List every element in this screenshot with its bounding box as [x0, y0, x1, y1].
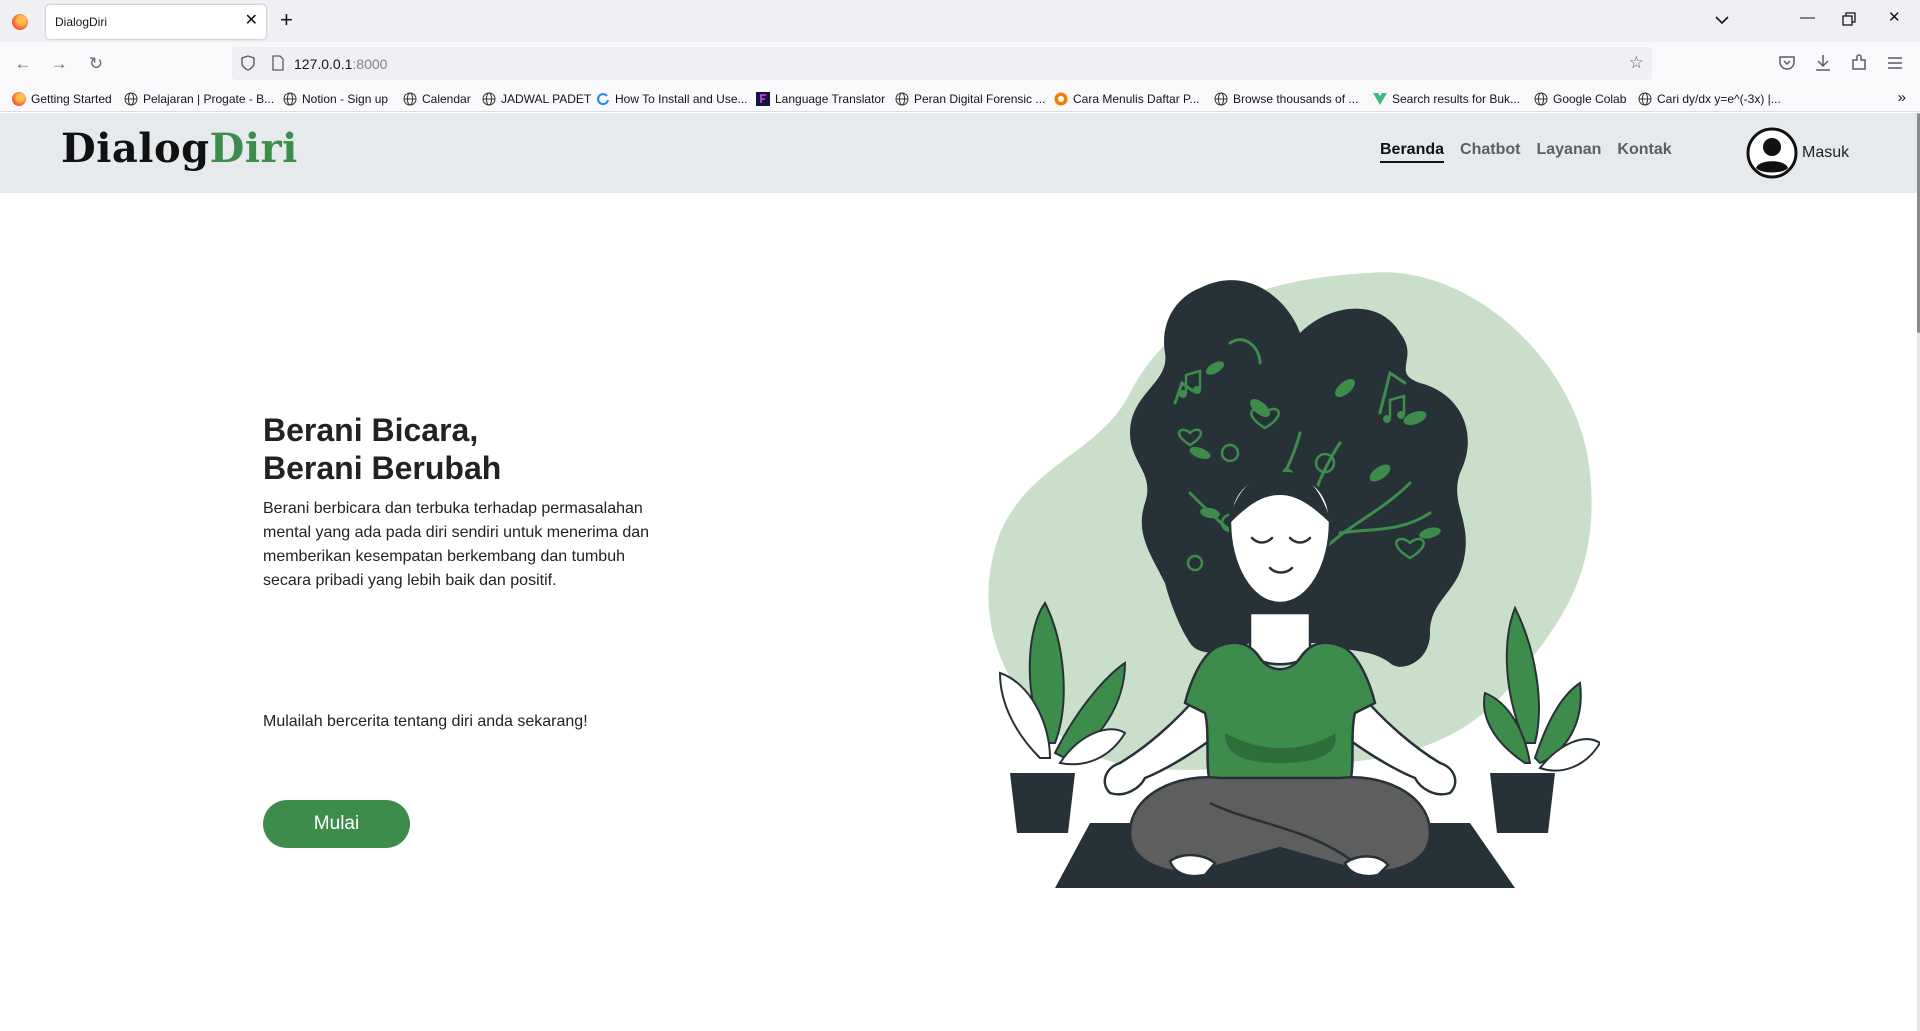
- bookmark-label: JADWAL PADET: [501, 92, 592, 106]
- menu-icon[interactable]: [1884, 52, 1906, 74]
- bookmark-star-icon[interactable]: ☆: [1629, 53, 1644, 73]
- bookmark-item[interactable]: Calendar: [403, 90, 471, 108]
- site-logo[interactable]: DialogDiri: [61, 125, 298, 172]
- bookmark-label: How To Install and Use...: [615, 92, 748, 106]
- bookmark-label: Peran Digital Forensic ...: [914, 92, 1046, 106]
- bookmark-label: Browse thousands of ...: [1233, 92, 1359, 106]
- more-bookmarks-icon[interactable]: »: [1898, 89, 1906, 106]
- hero-title-line2: Berani Berubah: [263, 450, 502, 486]
- globe-icon: [1214, 92, 1228, 106]
- hero-description: Berani berbicara dan terbuka terhadap pe…: [263, 500, 650, 589]
- bookmark-item[interactable]: Cara Menulis Daftar P...: [1054, 90, 1200, 108]
- nav-layanan[interactable]: Layanan: [1536, 141, 1601, 163]
- translator-icon: [756, 92, 770, 106]
- globe-icon: [895, 92, 909, 106]
- close-tab-icon[interactable]: ✕: [245, 11, 258, 31]
- bookmark-item[interactable]: Getting Started: [12, 90, 112, 108]
- logo-text-accent: Diri: [209, 125, 298, 172]
- start-button[interactable]: Mulai: [263, 800, 410, 848]
- url-text[interactable]: 127.0.0.1:8000: [294, 56, 387, 72]
- url-port: :8000: [352, 56, 388, 72]
- bookmark-label: Calendar: [422, 92, 471, 106]
- nav-beranda[interactable]: Beranda: [1380, 141, 1445, 163]
- bookmark-label: Notion - Sign up: [302, 92, 389, 106]
- meditation-illustration: [988, 272, 1600, 888]
- minimize-icon[interactable]: —: [1800, 8, 1815, 28]
- hero-title-line1: Berani Bicara,: [263, 412, 479, 448]
- browser-tab-bar: DialogDiri ✕ + — ✕: [0, 0, 1920, 42]
- globe-icon: [124, 92, 138, 106]
- firefox-icon: [12, 14, 28, 30]
- bookmark-label: Language Translator: [775, 92, 886, 106]
- bookmarks-toolbar: Getting Started Pelajaran | Progate - B.…: [0, 86, 1920, 112]
- list-tabs-icon[interactable]: [1712, 10, 1732, 30]
- blog-icon: [1054, 92, 1068, 106]
- bookmark-item[interactable]: Language Translator: [756, 90, 885, 108]
- nav-kontak[interactable]: Kontak: [1617, 141, 1671, 163]
- globe-icon: [1638, 92, 1652, 106]
- url-host: 127.0.0.1: [294, 56, 353, 72]
- user-avatar-icon: [1746, 127, 1798, 179]
- tracking-shield-icon[interactable]: [240, 55, 256, 71]
- page-info-icon[interactable]: [270, 55, 286, 71]
- globe-icon: [482, 92, 496, 106]
- new-tab-icon[interactable]: +: [280, 9, 293, 31]
- vue-logo-icon: [1373, 93, 1387, 105]
- back-icon[interactable]: ←: [12, 53, 34, 75]
- bookmark-label: Search results for Buk...: [1392, 92, 1521, 106]
- firefox-icon: [12, 92, 26, 106]
- bookmark-item[interactable]: Cari dy/dx y=e^(-3x) |...: [1638, 90, 1781, 108]
- downloads-icon[interactable]: [1812, 52, 1834, 74]
- site-header: DialogDiri Beranda Chatbot Layanan Konta…: [0, 113, 1917, 193]
- globe-icon: [403, 92, 417, 106]
- extensions-icon[interactable]: [1848, 52, 1870, 74]
- restore-icon[interactable]: [1842, 12, 1856, 26]
- bookmark-label: Google Colab: [1553, 92, 1627, 106]
- bookmark-item[interactable]: Google Colab: [1534, 90, 1626, 108]
- nav-chatbot[interactable]: Chatbot: [1460, 141, 1520, 163]
- bookmark-item[interactable]: JADWAL PADET: [482, 90, 591, 108]
- bookmark-label: Cari dy/dx y=e^(-3x) |...: [1657, 92, 1781, 106]
- bookmark-item[interactable]: Browse thousands of ...: [1214, 90, 1358, 108]
- pocket-icon[interactable]: [1776, 52, 1798, 74]
- globe-icon: [1534, 92, 1548, 106]
- bookmark-item[interactable]: Peran Digital Forensic ...: [895, 90, 1045, 108]
- browser-tab[interactable]: DialogDiri ✕: [46, 5, 266, 39]
- right-pot: [1490, 773, 1555, 833]
- bookmark-item[interactable]: How To Install and Use...: [596, 90, 748, 108]
- logo-text-main: Dialog: [61, 125, 210, 172]
- reload-icon[interactable]: ↻: [85, 53, 107, 75]
- bookmark-label: Getting Started: [31, 92, 112, 106]
- globe-icon: [283, 92, 297, 106]
- login-label: Masuk: [1802, 144, 1850, 161]
- web-page: DialogDiri Beranda Chatbot Layanan Konta…: [0, 113, 1920, 1031]
- browser-toolbar: ← → ↻ 127.0.0.1:8000 ☆: [0, 42, 1920, 86]
- bookmark-item[interactable]: Notion - Sign up: [283, 90, 388, 108]
- address-bar[interactable]: 127.0.0.1:8000 ☆: [232, 47, 1652, 80]
- hero-cta-text: Mulailah bercerita tentang diri anda sek…: [263, 713, 588, 730]
- login-link[interactable]: Masuk: [1746, 127, 1849, 179]
- bookmark-label: Pelajaran | Progate - B...: [143, 92, 275, 106]
- main-nav: Beranda Chatbot Layanan Kontak: [1380, 141, 1672, 163]
- bookmark-label: Cara Menulis Daftar P...: [1073, 92, 1200, 106]
- left-pot: [1010, 773, 1075, 833]
- refresh-circle-icon: [597, 93, 609, 106]
- tab-title: DialogDiri: [55, 15, 108, 29]
- forward-icon[interactable]: →: [48, 53, 70, 75]
- hero-title: Berani Bicara, Berani Berubah: [263, 411, 501, 487]
- bookmark-item[interactable]: Search results for Buk...: [1373, 90, 1520, 108]
- bookmark-item[interactable]: Pelajaran | Progate - B...: [124, 90, 274, 108]
- close-window-icon[interactable]: ✕: [1888, 8, 1901, 28]
